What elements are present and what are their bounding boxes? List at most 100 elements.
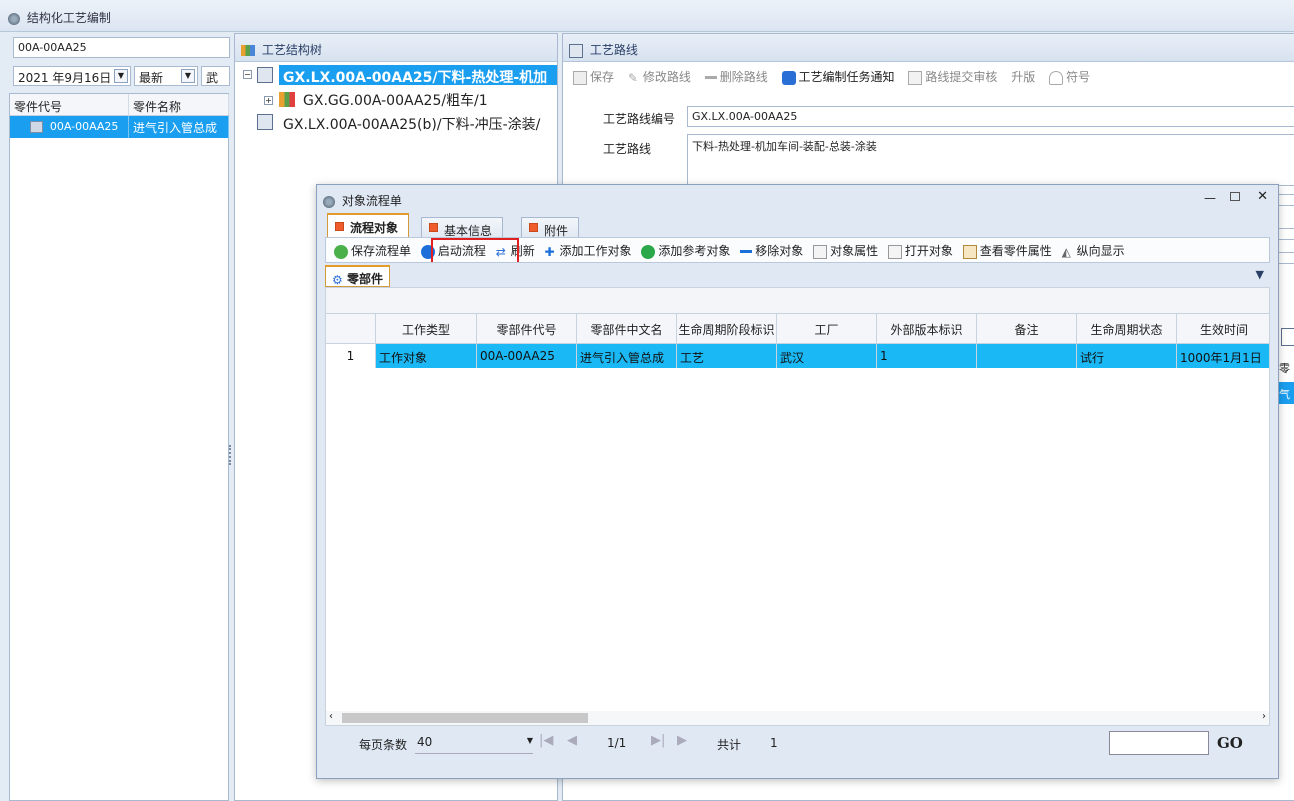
app-title: 结构化工艺编制 (26, 11, 111, 25)
flow-toolbar: 保存流程单 启动流程 ⇄ 刷新 ✚ 添加工作对象 添加参考对象 移除对象 对象属性 … (325, 237, 1270, 263)
process-node-icon (279, 92, 295, 107)
column-header[interactable]: 工作类型 (376, 314, 477, 344)
tab-marker-icon (335, 222, 344, 231)
vertical-display-button[interactable]: ◭ 纵向显示 (1062, 242, 1125, 259)
page-info: 1/1 (607, 736, 627, 750)
chevron-down-icon[interactable]: ▼ (527, 736, 533, 745)
remove-object-button[interactable]: 移除对象 (740, 242, 803, 259)
minimize-icon[interactable]: — (1204, 191, 1216, 205)
scroll-left-icon[interactable]: ‹ (329, 711, 333, 722)
maximize-icon[interactable] (1230, 192, 1240, 201)
minus-icon (740, 250, 753, 253)
column-header[interactable]: 工厂 (777, 314, 877, 344)
cell-effective-date: 1000年1月1日 (1177, 344, 1269, 368)
chevron-down-icon[interactable]: ▼ (181, 69, 195, 83)
column-header[interactable]: 零部件中文名 (577, 314, 677, 344)
per-page-select[interactable]: 40 ▼ (415, 732, 533, 754)
gear-icon: ⚙ (332, 272, 343, 287)
route-textarea[interactable]: 下料-热处理-机加车间-装配-总装-涂装 (687, 134, 1294, 186)
flow-dialog-title: 对象流程单 (341, 194, 402, 208)
object-properties-button[interactable]: 对象属性 (813, 242, 878, 259)
tree-node[interactable]: GX.GG.00A-00AA25/粗车/1 (303, 90, 488, 110)
upgrade-button[interactable]: 升版 (1011, 68, 1035, 85)
process-tree-header: 工艺结构树 (235, 34, 557, 62)
total-value: 1 (770, 736, 778, 750)
part-row[interactable]: 00A-00AA25 进气引入管总成 (10, 116, 229, 138)
edit-route-button[interactable]: ✎ 修改路线 (628, 68, 691, 85)
first-page-icon[interactable]: |◀ (539, 733, 553, 748)
subtab-row: ⚙ 零部件 ▼ (325, 265, 1270, 287)
column-header[interactable]: 外部版本标识 (877, 314, 977, 344)
tree-structure-icon (241, 45, 255, 56)
column-header[interactable]: 零件名称 (129, 94, 229, 115)
column-header[interactable]: 零件代号 (10, 94, 129, 115)
scroll-right-icon[interactable]: › (1262, 711, 1266, 722)
part-code: 00A-00AA25 (49, 120, 119, 133)
tab-attachments[interactable]: 附件 (521, 217, 580, 238)
add-reference-object-button[interactable]: 添加参考对象 (641, 242, 730, 259)
goto-page-input[interactable] (1109, 731, 1209, 755)
part-search-value: 00A-00AA25 (18, 41, 87, 54)
open-object-button[interactable]: 打开对象 (887, 242, 953, 259)
per-page-value: 40 (417, 735, 433, 749)
route-value: 下料-热处理-机加车间-装配-总装-涂装 (692, 140, 877, 153)
column-header[interactable]: 备注 (977, 314, 1077, 344)
flow-tabs: 流程对象 基本信息 附件 (327, 213, 1278, 238)
table-row[interactable]: 1 工作对象 00A-00AA25 进气引入管总成 工艺 武汉 1 试行 100… (326, 344, 1269, 368)
part-search-input[interactable]: 00A-00AA25 (13, 37, 230, 58)
tab-flow-objects[interactable]: 流程对象 (327, 213, 410, 237)
column-header[interactable]: 零部件代号 (477, 314, 577, 344)
route-label: 工艺路线 (603, 142, 652, 156)
properties-icon (813, 244, 828, 259)
parts-grid-header: 工作类型 零部件代号 零部件中文名 生命周期阶段标识 工厂 外部版本标识 备注 … (326, 314, 1269, 344)
add-circle-icon (641, 244, 656, 259)
cell-remark (977, 344, 1077, 368)
tree-node-selected[interactable]: GX.LX.00A-00AA25/下料-热处理-机加 (279, 65, 557, 85)
date-select[interactable]: 2021 年9月16日 ▼ (13, 66, 131, 86)
app-titlebar: 结构化工艺编制 (0, 0, 1294, 32)
chevron-down-icon[interactable]: ▼ (114, 69, 128, 83)
per-page-label: 每页条数 (359, 738, 408, 752)
save-route-button[interactable]: 保存 (573, 68, 614, 85)
next-page-icon[interactable]: ▶ (677, 733, 687, 748)
menu-dropdown-icon[interactable]: ▼ (1256, 268, 1264, 281)
column-header[interactable]: 生命周期阶段标识 (677, 314, 777, 344)
close-icon[interactable]: ✕ (1257, 189, 1268, 204)
collapse-icon[interactable]: − (243, 70, 252, 79)
tree-node[interactable]: GX.LX.00A-00AA25(b)/下料-冲压-涂装/ (283, 114, 557, 134)
flow-icon (323, 195, 335, 208)
splitter-handle[interactable] (229, 445, 233, 465)
column-header[interactable]: 生效时间 (1177, 314, 1269, 344)
view-part-properties-button[interactable]: 查看零件属性 (962, 242, 1052, 259)
prev-page-icon[interactable]: ◀ (567, 733, 577, 748)
tab-parts[interactable]: ⚙ 零部件 (325, 265, 391, 287)
task-notice-button[interactable]: 工艺编制任务通知 (781, 68, 895, 85)
process-route-header: 工艺路线 (563, 34, 1294, 62)
part-list-panel: 零件代号 零件名称 00A-00AA25 进气引入管总成 (9, 93, 229, 801)
add-work-object-button[interactable]: ✚ 添加工作对象 (545, 242, 632, 259)
total-label: 共计 (717, 738, 742, 752)
factory-select[interactable]: 武汉 (201, 66, 230, 86)
expand-icon[interactable]: + (264, 96, 273, 105)
cell-lifecycle-status: 试行 (1077, 344, 1177, 368)
go-button[interactable]: GO (1217, 734, 1243, 752)
part-properties-icon (962, 244, 977, 259)
row-number-header (326, 314, 376, 344)
version-value: 最新 (139, 71, 164, 85)
last-page-icon[interactable]: ▶| (651, 733, 665, 748)
symbol-button[interactable]: 符号 (1049, 68, 1090, 85)
app-icon (8, 12, 20, 25)
version-select[interactable]: 最新 ▼ (134, 66, 198, 86)
part-name: 进气引入管总成 (129, 116, 229, 138)
column-header[interactable]: 生命周期状态 (1077, 314, 1177, 344)
delete-route-button[interactable]: 删除路线 (704, 68, 768, 85)
horizontal-scrollbar[interactable]: ‹ › (326, 711, 1269, 725)
save-flow-button[interactable]: 保存流程单 (334, 242, 411, 259)
tab-basic-info[interactable]: 基本信息 (421, 217, 504, 238)
route-code-field[interactable]: GX.LX.00A-00AA25 (687, 106, 1294, 127)
submit-review-button[interactable]: 路线提交审核 (908, 68, 997, 85)
cell-part-name: 进气引入管总成 (577, 344, 677, 368)
plus-icon: ✚ (544, 244, 555, 259)
route-node-icon (257, 114, 273, 130)
scrollbar-thumb[interactable] (342, 713, 588, 723)
